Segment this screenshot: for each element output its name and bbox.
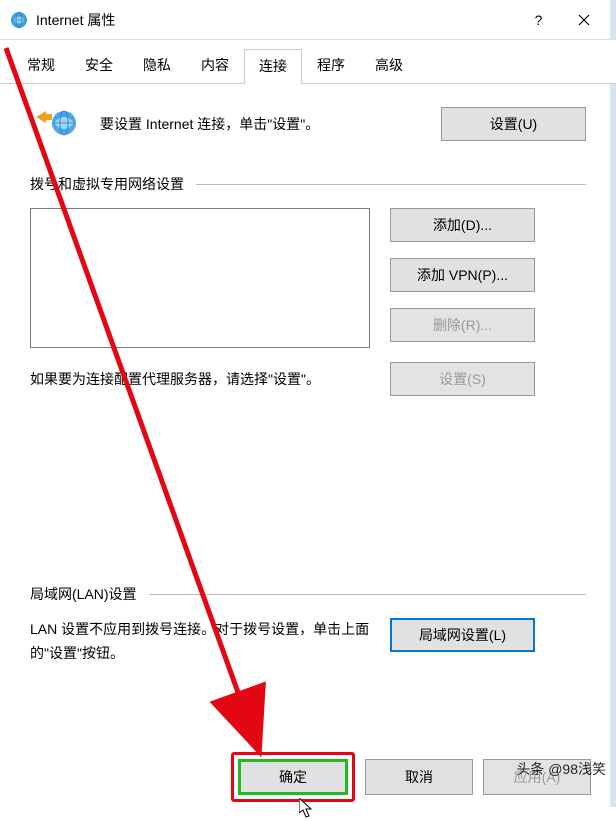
lan-settings-button[interactable]: 局域网设置(L) <box>390 618 535 652</box>
add-button[interactable]: 添加(D)... <box>390 208 535 242</box>
setup-instruction-text: 要设置 Internet 连接，单击"设置"。 <box>100 114 421 134</box>
dial-settings-button: 设置(S) <box>390 362 535 396</box>
dial-section-title: 拨号和虚拟专用网络设置 <box>30 174 586 194</box>
lan-section-label: 局域网(LAN)设置 <box>30 584 137 604</box>
cursor-icon <box>299 798 313 818</box>
tab-programs[interactable]: 程序 <box>302 48 360 83</box>
internet-options-icon <box>10 11 28 29</box>
tab-panel-connections: 要设置 Internet 连接，单击"设置"。 设置(U) 拨号和虚拟专用网络设… <box>0 84 616 751</box>
dial-section-label: 拨号和虚拟专用网络设置 <box>30 174 184 194</box>
window-title: Internet 属性 <box>36 10 115 30</box>
ok-button[interactable]: 确定 <box>238 759 348 795</box>
tab-connections[interactable]: 连接 <box>244 49 302 84</box>
tab-security[interactable]: 安全 <box>70 48 128 83</box>
watermark-text: 头条 @98浅笑 <box>516 759 606 779</box>
tab-privacy[interactable]: 隐私 <box>128 48 186 83</box>
add-vpn-button[interactable]: 添加 VPN(P)... <box>390 258 535 292</box>
dial-connections-listbox[interactable] <box>30 208 370 348</box>
tab-general[interactable]: 常规 <box>12 48 70 83</box>
lan-instruction-text: LAN 设置不应用到拨号连接。对于拨号设置，单击上面的"设置"按钮。 <box>30 618 370 666</box>
ok-button-label: 确定 <box>279 767 307 787</box>
ok-button-highlight: 确定 <box>231 752 355 802</box>
tab-bar: 常规 安全 隐私 内容 连接 程序 高级 <box>0 40 616 84</box>
tab-content[interactable]: 内容 <box>186 48 244 83</box>
lan-section-title: 局域网(LAN)设置 <box>30 584 586 604</box>
setup-button[interactable]: 设置(U) <box>441 107 586 141</box>
titlebar: Internet 属性 ? <box>0 0 616 40</box>
setup-connection-icon <box>30 104 80 144</box>
help-button[interactable]: ? <box>516 0 561 40</box>
close-button[interactable] <box>561 0 606 40</box>
proxy-instruction-text: 如果要为连接配置代理服务器，请选择"设置"。 <box>30 369 370 389</box>
remove-button: 删除(R)... <box>390 308 535 342</box>
tab-advanced[interactable]: 高级 <box>360 48 418 83</box>
cancel-button[interactable]: 取消 <box>365 759 473 795</box>
